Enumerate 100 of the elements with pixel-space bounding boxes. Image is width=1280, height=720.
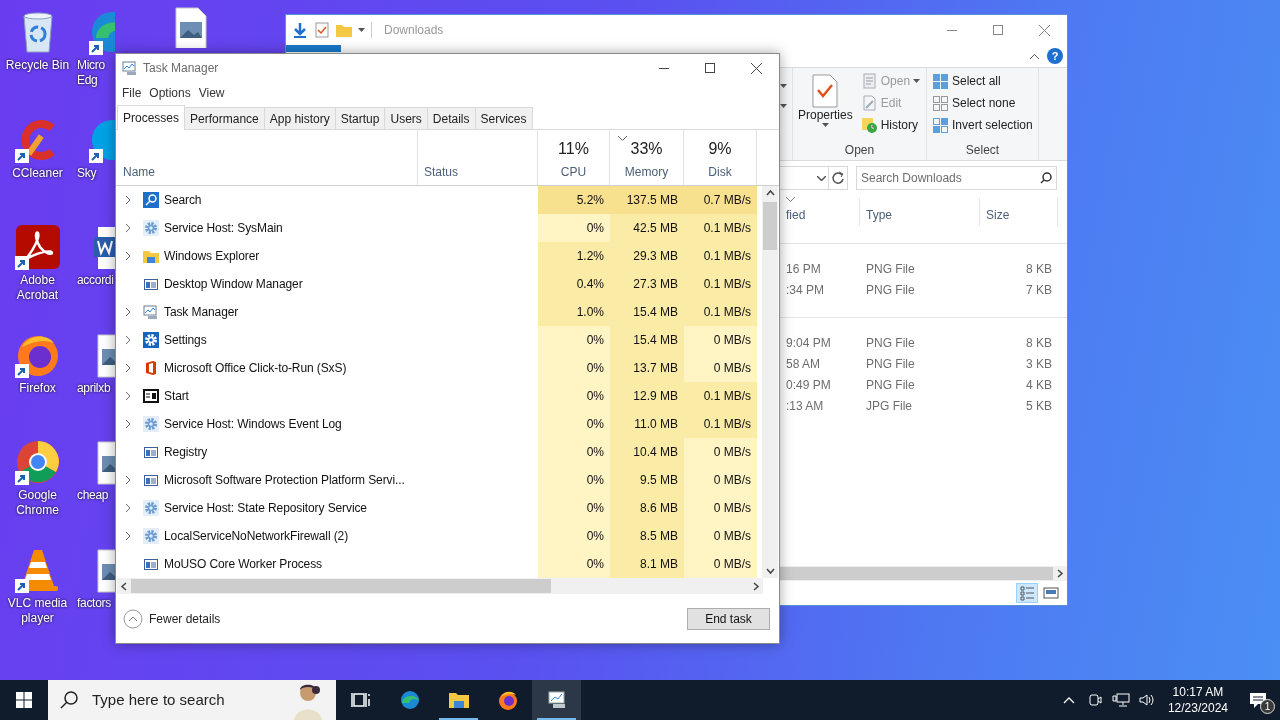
tab[interactable]: Services (474, 107, 533, 129)
process-row[interactable]: Desktop Window Manager (117, 270, 418, 298)
column-header[interactable]: Size (980, 198, 1058, 226)
refresh-icon[interactable] (831, 171, 845, 185)
desktop-icon-label[interactable]: accordi (76, 273, 114, 289)
column-label: Memory (624, 164, 669, 181)
expand-chevron-icon[interactable] (125, 363, 131, 373)
taskbar-button[interactable] (532, 680, 581, 720)
search-field[interactable]: Search Downloads (861, 169, 1040, 187)
acrobat-icon[interactable] (13, 223, 62, 272)
column-header[interactable]: 11% CPU (538, 130, 610, 185)
process-row[interactable]: Microsoft Office Click-to-Run (SxS) (117, 354, 418, 382)
scrollbar-thumb[interactable] (780, 567, 1053, 580)
process-row[interactable]: Windows Explorer (117, 242, 418, 270)
desktop-icon-label[interactable]: Micro Edg (76, 58, 115, 88)
fewer-details-button[interactable]: Fewer details (123, 608, 221, 629)
details-view-icon (1019, 585, 1035, 601)
view-button[interactable] (1016, 583, 1038, 603)
desktop-icon-label[interactable]: VLC media player (0, 595, 75, 626)
usage-cell: 0 MB/s (684, 466, 757, 494)
network-icon[interactable] (1111, 692, 1130, 708)
checklist-icon[interactable] (314, 22, 330, 38)
expand-chevron-icon[interactable] (125, 307, 131, 317)
menu-item[interactable]: View (194, 84, 229, 102)
ribbon-button[interactable]: Select none (930, 92, 1035, 114)
search-box[interactable]: Search Downloads (856, 166, 1057, 190)
expand-chevron-icon[interactable] (125, 223, 131, 233)
notification-count: 1 (1260, 699, 1275, 714)
ribbon-button[interactable]: Invert selection (930, 114, 1035, 136)
expand-chevron-icon[interactable] (125, 531, 131, 541)
tab[interactable]: Users (384, 107, 428, 129)
tab[interactable]: App history (263, 107, 336, 129)
process-row[interactable]: Task Manager (117, 298, 418, 326)
process-row[interactable]: Registry (117, 438, 418, 466)
desktop-icon-label[interactable]: Firefox (19, 380, 56, 396)
desktop-icon-label[interactable]: Adobe Acrobat (0, 273, 75, 304)
usage-cell: 10.4 MB (610, 438, 684, 466)
process-row[interactable]: Start (117, 382, 418, 410)
process-row[interactable]: Service Host: State Repository Service (117, 494, 418, 522)
column-header[interactable]: Status (418, 130, 538, 185)
tab[interactable]: Processes (117, 105, 186, 130)
expand-chevron-icon[interactable] (125, 335, 131, 345)
process-row[interactable]: MoUSO Core Worker Process (117, 550, 418, 578)
process-row[interactable]: LocalServiceNoNetworkFirewall (2) (117, 522, 418, 550)
column-header[interactable]: 9% Disk (684, 130, 757, 185)
usage-cell: 0% (538, 354, 610, 382)
desktop-icon-label[interactable]: Sky (76, 165, 97, 181)
window-icon (143, 444, 159, 460)
process-row[interactable]: Microsoft Software Protection Platform Servi... (117, 466, 418, 494)
ribbon-button[interactable]: Select all (930, 70, 1035, 92)
clock-date[interactable]: 12/23/2024 (1167, 700, 1228, 716)
show-hidden-icons-icon[interactable] (1062, 696, 1075, 704)
ribbon-button[interactable]: History (858, 114, 923, 136)
usage-cell: 0% (538, 550, 610, 578)
menu-item[interactable]: Options (145, 84, 195, 102)
column-header[interactable]: 33% Memory (610, 130, 684, 185)
properties-button[interactable]: Properties (796, 70, 855, 142)
expand-chevron-icon[interactable] (125, 251, 131, 261)
collapse-ribbon-icon[interactable] (1030, 53, 1039, 59)
expand-chevron-icon[interactable] (125, 475, 131, 485)
expand-chevron-icon[interactable] (125, 195, 131, 205)
chrome-icon[interactable] (13, 438, 62, 487)
scrollbar-thumb[interactable] (763, 202, 777, 250)
menu-item[interactable]: File (118, 84, 146, 102)
desktop-icon-label[interactable]: cheap (76, 488, 109, 504)
minimize-icon (659, 67, 669, 69)
desktop-icon-label[interactable]: aprilxb (76, 380, 111, 396)
process-name: Task Manager (164, 304, 239, 321)
tab[interactable]: Performance (184, 107, 265, 129)
expand-chevron-icon[interactable] (125, 391, 131, 401)
volume-icon[interactable] (1137, 692, 1156, 708)
desktop-icon-label[interactable]: Google Chrome (0, 488, 75, 519)
search-field[interactable]: Type here to search (92, 688, 264, 712)
expand-chevron-icon[interactable] (125, 419, 131, 429)
dropdown-caret-icon[interactable] (817, 175, 826, 181)
process-name: Desktop Window Manager (164, 276, 303, 293)
column-header[interactable]: Name (117, 130, 418, 185)
desktop-icon-label[interactable]: factors (76, 595, 111, 611)
process-row[interactable]: Search (117, 186, 418, 214)
process-row[interactable]: Settings (117, 326, 418, 354)
desktop-icon-label[interactable]: CCleaner (12, 165, 63, 181)
desktop-icon-label[interactable]: Recycle Bin (5, 58, 70, 73)
download-arrow-icon[interactable] (292, 22, 308, 38)
tab[interactable]: Startup (334, 107, 386, 129)
usage-cell: 0.1 MB/s (684, 242, 757, 270)
scrollbar-thumb[interactable] (131, 579, 551, 593)
end-task-button[interactable]: End task (687, 607, 770, 630)
camera-icon[interactable] (1086, 692, 1103, 708)
window-icon (143, 472, 159, 488)
process-row[interactable]: Service Host: Windows Event Log (117, 410, 418, 438)
usage-cell: 0 MB/s (684, 550, 757, 578)
usage-cell: 11.0 MB (610, 410, 684, 438)
process-row[interactable]: Service Host: SysMain (117, 214, 418, 242)
column-header[interactable]: Type (860, 198, 980, 226)
clock-time[interactable]: 10:17 AM (1172, 684, 1224, 700)
tab[interactable]: Details (426, 107, 476, 129)
expand-chevron-icon[interactable] (125, 503, 131, 513)
usage-cell: 0% (538, 214, 610, 242)
help-button[interactable]: ? (1047, 48, 1063, 64)
edge-icon (399, 690, 420, 710)
